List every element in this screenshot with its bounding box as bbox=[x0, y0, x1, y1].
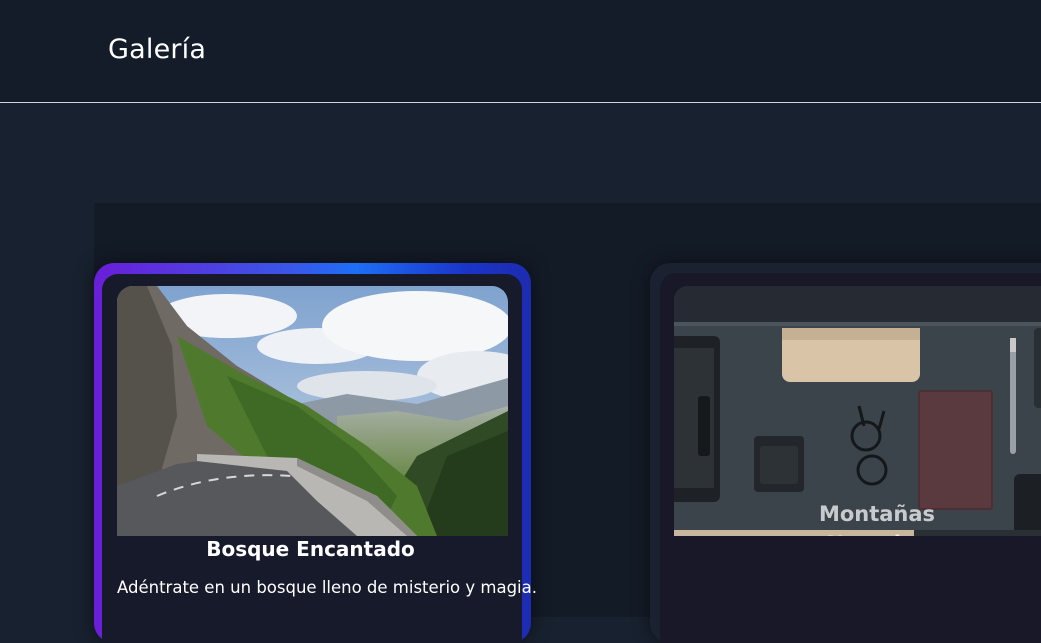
gallery-card-montanas[interactable]: Montañas Nevadas bbox=[650, 263, 1041, 643]
site-title[interactable]: Galería bbox=[108, 34, 206, 65]
gallery-card-bosque[interactable]: Bosque Encantado Adéntrate en un bosque … bbox=[94, 263, 537, 643]
card-title: Montañas Nevadas bbox=[818, 502, 936, 536]
card-title: Bosque Encantado bbox=[206, 537, 415, 561]
gallery-section: Bosque Encantado Adéntrate en un bosque … bbox=[94, 203, 1041, 643]
top-nav-bar: Galería bbox=[0, 0, 1041, 103]
card-description: Adéntrate en un bosque lleno de misterio… bbox=[117, 578, 537, 597]
card-image-mountain-road bbox=[117, 286, 508, 536]
card-image-desk-flatlay: Montañas Nevadas bbox=[674, 286, 1041, 536]
